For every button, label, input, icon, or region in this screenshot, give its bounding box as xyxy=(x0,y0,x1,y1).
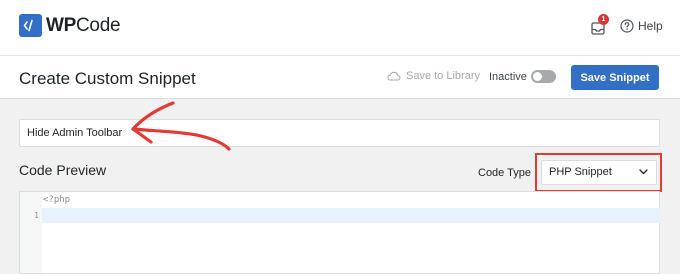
toggle-knob xyxy=(533,72,542,81)
status-label: Inactive xyxy=(489,71,527,83)
php-prefix: <?php xyxy=(43,195,71,205)
question-circle-icon xyxy=(620,19,634,33)
logo-text: WPCode xyxy=(46,14,121,36)
notification-badge: 1 xyxy=(598,14,609,25)
code-type-label: Code Type xyxy=(478,167,532,179)
wpcode-logo[interactable]: WPCode xyxy=(19,14,121,37)
cloud-icon xyxy=(387,71,401,81)
top-bar: WPCode 1 Help xyxy=(0,0,680,56)
annotation-arrow xyxy=(131,101,231,151)
save-to-library-button[interactable]: Save to Library xyxy=(387,70,480,82)
line-gutter xyxy=(20,192,42,273)
snippet-header: Create Custom Snippet Save to Library In… xyxy=(0,56,680,99)
code-type-select[interactable]: PHP Snippet xyxy=(541,160,657,185)
snippet-title-input[interactable]: Hide Admin Toolbar xyxy=(19,119,660,147)
page-title: Create Custom Snippet xyxy=(19,69,196,88)
active-toggle[interactable] xyxy=(531,70,556,83)
save-to-library-label: Save to Library xyxy=(406,70,480,82)
chevron-down-icon xyxy=(639,169,648,175)
help-link[interactable]: Help xyxy=(620,19,663,33)
help-label: Help xyxy=(638,19,663,33)
line-number: 1 xyxy=(34,211,39,220)
code-slash-icon xyxy=(19,14,42,37)
code-type-value: PHP Snippet xyxy=(549,166,612,178)
code-editor[interactable]: <?php 1 xyxy=(19,191,660,274)
active-line-highlight xyxy=(42,208,660,223)
code-preview-heading: Code Preview xyxy=(19,162,107,178)
save-snippet-button[interactable]: Save Snippet xyxy=(571,65,659,90)
